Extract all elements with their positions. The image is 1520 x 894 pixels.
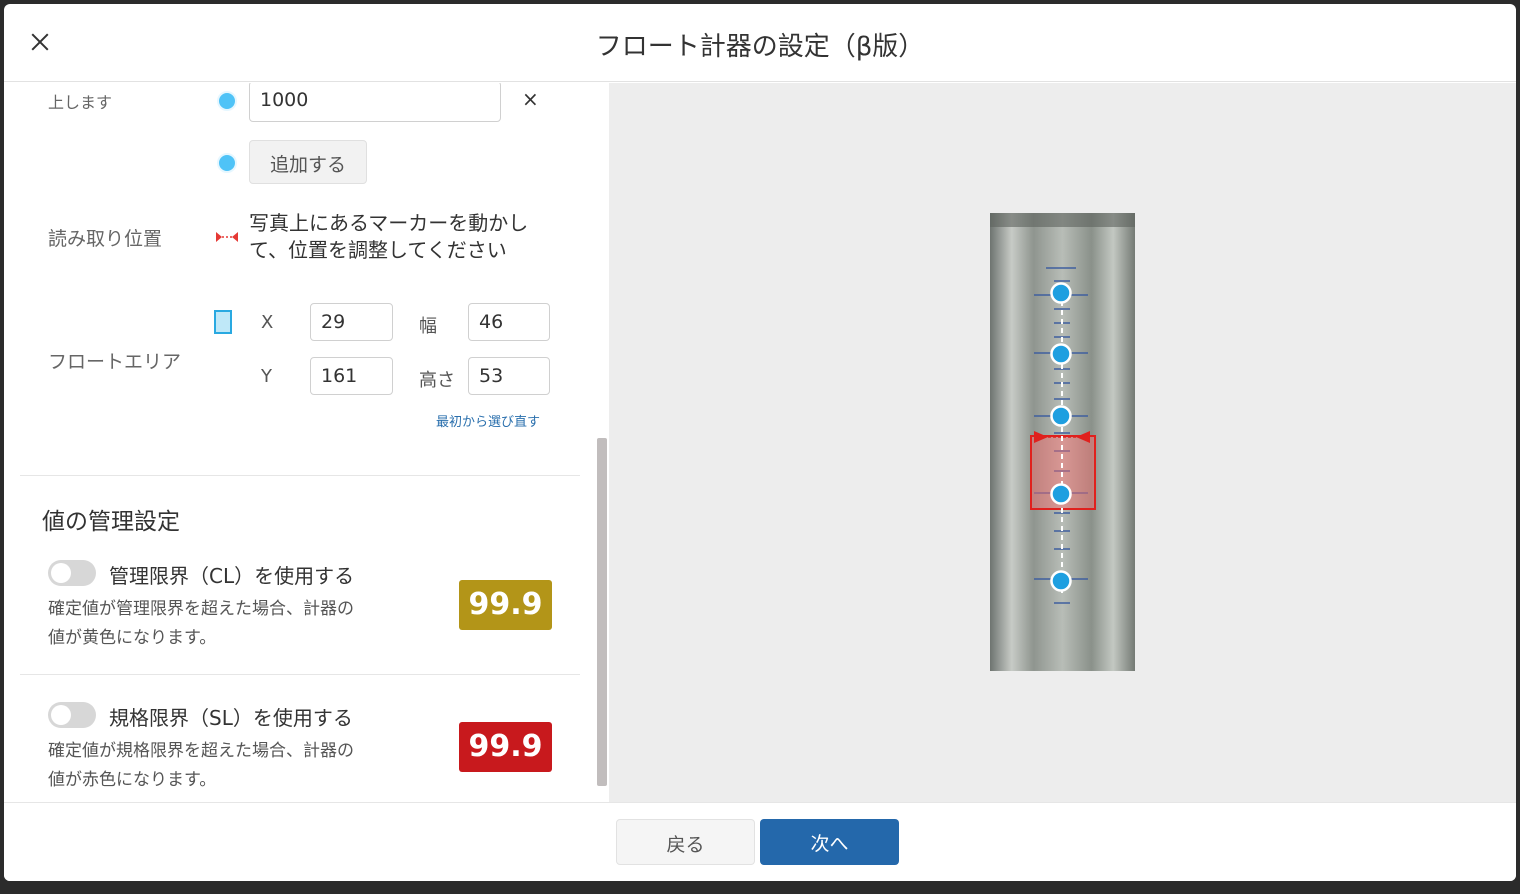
cl-toggle-label: 管理限界（CL）を使用する [109, 564, 355, 588]
photo-preview-panel [609, 83, 1516, 802]
dialog-footer: 戻る 次へ [4, 802, 1516, 881]
x-input[interactable]: 29 [310, 303, 393, 341]
width-label: 幅 [419, 316, 437, 337]
cl-description-line1: 確定値が管理限界を超えた場合、計器の [48, 599, 354, 619]
read-position-instruction-line1: 写真上にあるマーカーを動かし [249, 211, 529, 235]
y-label: Y [261, 366, 272, 387]
marker-dot-icon [217, 153, 237, 173]
sl-description-line1: 確定値が規格限界を超えた場合、計器の [48, 741, 354, 761]
cl-toggle[interactable] [48, 560, 96, 586]
add-marker-button[interactable]: 追加する [249, 140, 367, 184]
marker-value-input[interactable]: 1000 [249, 83, 501, 122]
settings-panel: 上します 1000 × 追加する 読み取り位置 写真上にあるマーカーを動かし て… [4, 83, 609, 802]
read-marker-icon [216, 232, 238, 242]
reselect-link[interactable]: 最初から選び直す [436, 411, 540, 430]
sl-toggle-label: 規格限界（SL）を使用する [109, 706, 353, 730]
cl-sample-value: 99.9 [459, 580, 552, 630]
width-input[interactable]: 46 [468, 303, 550, 341]
divider [20, 475, 580, 476]
cl-description-line2: 値が黄色になります。 [48, 628, 217, 648]
sl-toggle[interactable] [48, 702, 96, 728]
float-meter-settings-dialog: フロート計器の設定（β版） 上します 1000 × 追加する 読み取り位置 写真… [4, 4, 1516, 881]
next-button[interactable]: 次へ [760, 819, 899, 865]
height-label: 高さ [419, 370, 455, 391]
dialog-header: フロート計器の設定（β版） [4, 4, 1516, 82]
divider [20, 674, 580, 675]
remove-marker-icon[interactable]: × [522, 87, 539, 111]
float-area-label: フロートエリア [48, 351, 182, 373]
read-position-instruction-line2: て、位置を調整してください [249, 238, 507, 262]
partial-label: 上します [48, 93, 113, 112]
height-input[interactable]: 53 [468, 357, 550, 395]
value-management-title: 値の管理設定 [42, 509, 180, 535]
y-input[interactable]: 161 [310, 357, 393, 395]
read-position-label: 読み取り位置 [48, 228, 163, 250]
scrollbar[interactable] [597, 438, 607, 786]
dialog-title: フロート計器の設定（β版） [595, 32, 925, 62]
float-meter-photo [990, 213, 1135, 671]
float-area-icon [214, 310, 232, 334]
sl-sample-value: 99.9 [459, 722, 552, 772]
back-button[interactable]: 戻る [616, 819, 755, 865]
x-label: X [261, 312, 274, 333]
marker-dot-icon [217, 91, 237, 111]
sl-description-line2: 値が赤色になります。 [48, 770, 217, 790]
